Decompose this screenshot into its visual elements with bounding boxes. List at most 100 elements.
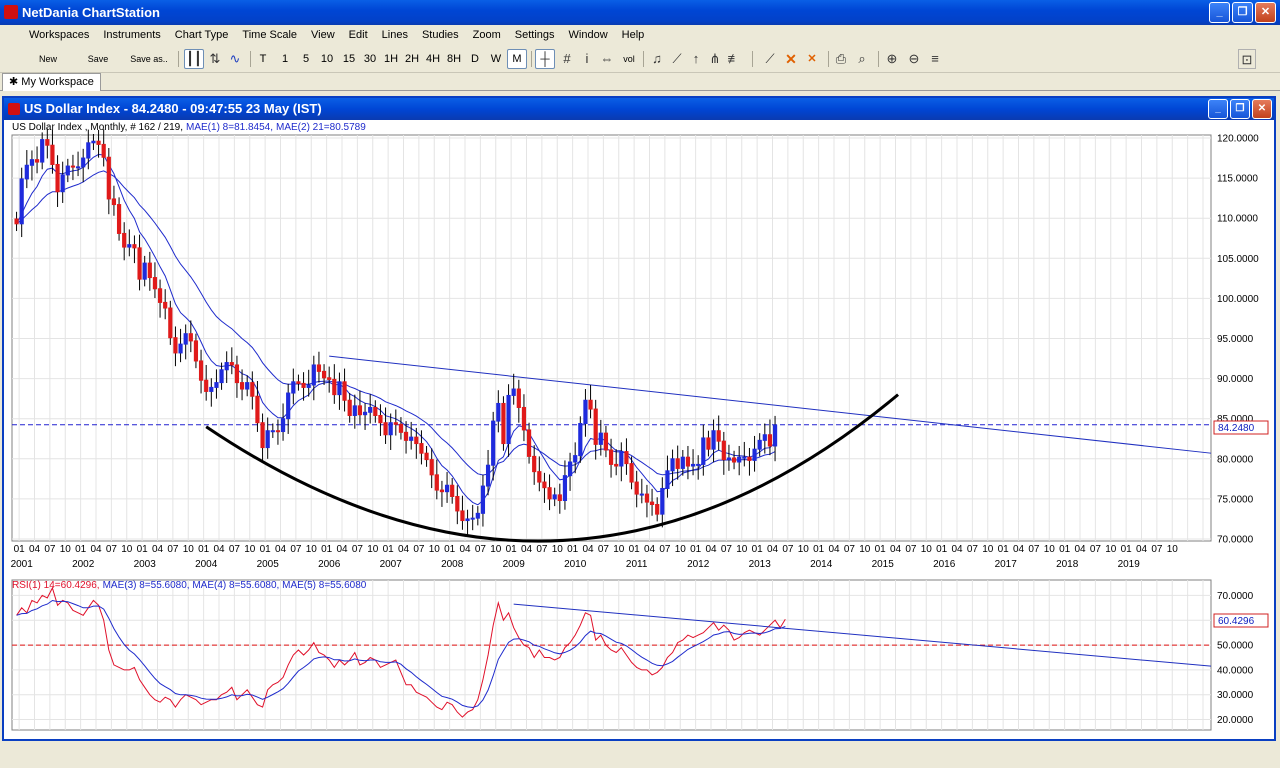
draw-channel-icon[interactable]: ≢	[726, 49, 742, 69]
month-tick-label: 01	[137, 544, 149, 555]
candle-body	[383, 422, 388, 436]
candle-body	[670, 458, 675, 472]
menu-zoom[interactable]: Zoom	[466, 25, 508, 45]
month-tick-label: 04	[29, 544, 41, 555]
candle-body	[188, 333, 193, 342]
chart-window-icon	[8, 103, 20, 115]
alert-bell-icon[interactable]: ♫	[648, 49, 666, 69]
draw-ray-icon[interactable]: ↑	[688, 49, 704, 69]
zoom-reset-icon[interactable]: ≡	[926, 49, 944, 69]
month-tick-label: 04	[90, 544, 102, 555]
month-tick-label: 07	[229, 544, 241, 555]
zoom-in-icon[interactable]: ⊕	[883, 49, 901, 69]
interval-daily-button[interactable]: D	[466, 49, 484, 69]
candle-body	[19, 178, 24, 225]
chart-canvas[interactable]: 120.0000 115.0000 110.0000 105.0000 100.0000…	[4, 120, 1274, 739]
candle-body	[137, 247, 142, 280]
candle-body	[696, 463, 701, 466]
candle-body	[260, 422, 265, 449]
candle-body	[265, 430, 270, 449]
crosshair-cursor-icon[interactable]: ┼	[535, 49, 555, 69]
tab-my-workspace[interactable]: ✱ My Workspace	[2, 73, 101, 91]
menu-studies[interactable]: Studies	[415, 25, 466, 45]
rsi-legend: RSI(1) 14=60.4296, MAE(3) 8=55.6080, MAE(…	[12, 580, 367, 591]
interval-8h-button[interactable]: 8H	[443, 49, 465, 69]
draw-line-icon[interactable]: ⟋	[669, 49, 685, 69]
chart-restore-icon[interactable]: ❐	[1230, 99, 1250, 119]
interval-5min-button[interactable]: 5	[297, 49, 315, 69]
rsi-y-tick-label: 40.0000	[1217, 665, 1254, 676]
month-tick-label: 01	[14, 544, 26, 555]
menu-view[interactable]: View	[304, 25, 342, 45]
restore-icon[interactable]: ❐	[1232, 2, 1253, 23]
delete-line-icon[interactable]: ✕	[783, 49, 799, 69]
menu-help[interactable]: Help	[615, 25, 652, 45]
interval-15min-button[interactable]: 15	[338, 49, 360, 69]
month-tick-label: 07	[106, 544, 118, 555]
ohlc-bar-chart-icon[interactable]: ⇅	[206, 49, 224, 69]
menu-edit[interactable]: Edit	[342, 25, 375, 45]
interval-1min-button[interactable]: 1	[276, 49, 294, 69]
interval-weekly-button[interactable]: W	[487, 49, 505, 69]
month-tick-label: 07	[413, 544, 425, 555]
chart-window: US Dollar Index - 84.2480 - 09:47:55 23 …	[2, 96, 1276, 741]
candle-body	[337, 381, 342, 396]
menu-instruments[interactable]: Instruments	[96, 25, 167, 45]
month-tick-label: 07	[536, 544, 548, 555]
toolbar-separator	[250, 51, 251, 67]
toolbar: New Save Save as.. ┃┃ ⇅ ∿ T 1 5 10 15 30…	[0, 45, 1280, 73]
save-button[interactable]: Save	[80, 49, 116, 69]
month-tick-label: 04	[459, 544, 471, 555]
pin-toolbar-icon[interactable]: ⊡	[1238, 49, 1256, 69]
trendline-icon[interactable]: ⟋	[760, 49, 780, 69]
toolbar-separator	[531, 51, 532, 67]
candlestick-chart-icon[interactable]: ┃┃	[184, 49, 204, 69]
month-tick-label: 01	[75, 544, 87, 555]
candle-body	[685, 456, 691, 467]
rsi-legend-value: RSI(1) 14=60.4296,	[12, 580, 100, 591]
candle-body	[506, 394, 511, 445]
month-tick-label: 01	[260, 544, 272, 555]
interval-30min-button[interactable]: 30	[359, 49, 381, 69]
month-tick-label: 01	[875, 544, 887, 555]
draw-fork-icon[interactable]: ⋔	[707, 49, 723, 69]
price-legend-mae1: MAE(1) 8=81.8454,	[186, 122, 273, 133]
toolbar-separator	[878, 51, 879, 67]
menu-workspaces[interactable]: Workspaces	[22, 25, 96, 45]
chart-minimize-icon[interactable]: _	[1208, 99, 1228, 119]
interval-4h-button[interactable]: 4H	[422, 49, 444, 69]
candle-body	[460, 510, 465, 522]
month-tick-label: 04	[705, 544, 717, 555]
candle-body	[752, 448, 757, 461]
month-tick-label: 07	[290, 544, 302, 555]
minimize-icon[interactable]: _	[1209, 2, 1230, 23]
volume-icon[interactable]: vol	[620, 49, 638, 69]
menu-time-scale[interactable]: Time Scale	[235, 25, 304, 45]
grid-icon[interactable]: #	[558, 49, 576, 69]
interval-2h-button[interactable]: 2H	[401, 49, 423, 69]
new-button[interactable]: New	[30, 49, 66, 69]
scroll-arrows-icon[interactable]: ⇔	[598, 49, 616, 69]
menu-chart-type[interactable]: Chart Type	[168, 25, 236, 45]
close-icon[interactable]: ✕	[1255, 2, 1276, 23]
save-as-button[interactable]: Save as..	[124, 49, 174, 69]
candle-body	[250, 382, 255, 397]
info-icon[interactable]: i	[580, 49, 594, 69]
toolbar-separator	[752, 51, 753, 67]
print-icon[interactable]: ⎙	[832, 49, 850, 69]
current-price-label: 84.2480	[1218, 423, 1255, 434]
menu-lines[interactable]: Lines	[375, 25, 415, 45]
line-chart-icon[interactable]: ∿	[226, 49, 244, 69]
chart-close-icon[interactable]: ✕	[1252, 99, 1272, 119]
interval-10min-button[interactable]: 10	[316, 49, 338, 69]
menu-settings[interactable]: Settings	[508, 25, 562, 45]
interval-1h-button[interactable]: 1H	[380, 49, 402, 69]
menu-window[interactable]: Window	[562, 25, 615, 45]
zoom-out-icon[interactable]: ⊖	[905, 49, 923, 69]
interval-tick-button[interactable]: T	[254, 49, 272, 69]
candle-body	[603, 432, 609, 451]
print-preview-icon[interactable]: ⌕	[853, 49, 871, 69]
candle-body	[40, 139, 45, 163]
delete-all-icon[interactable]: ✕	[803, 49, 821, 69]
interval-monthly-button[interactable]: M	[507, 49, 527, 69]
